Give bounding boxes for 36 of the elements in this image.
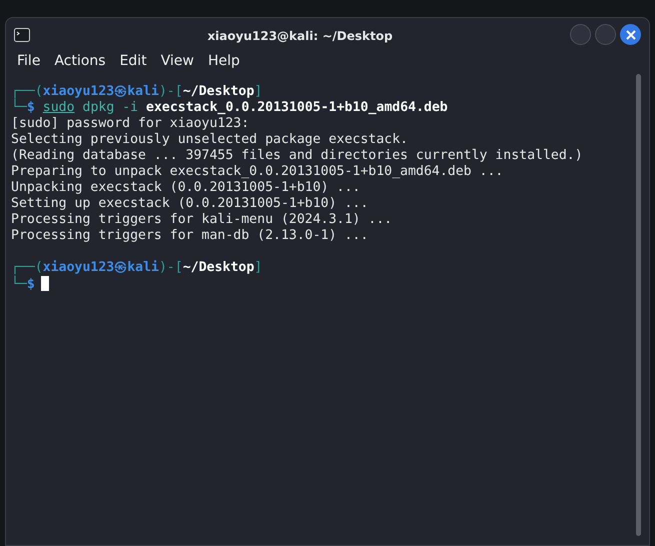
prompt-frame: └─ (11, 277, 27, 292)
menu-item[interactable]: Help (200, 51, 247, 72)
menu-item[interactable]: Edit (112, 51, 154, 72)
prompt-frame: ] (254, 260, 262, 275)
menu-item[interactable]: File (10, 51, 48, 72)
output-line: Setting up execstack (0.0.20131005-1+b10) ... (11, 196, 368, 211)
terminal-icon (14, 28, 30, 42)
window-title: xiaoyu123@kali: ~/Desktop (207, 28, 393, 42)
prompt-frame: ] (254, 84, 262, 99)
output-line: Processing triggers for kali-menu (2024.3.1) ... (11, 212, 392, 227)
menu-item[interactable]: View (154, 51, 201, 72)
prompt-frame: ┌──( (11, 84, 43, 99)
output-line: Processing triggers for man-db (2.13.0-1) ... (11, 228, 368, 243)
prompt-symbol: $ (26, 277, 35, 292)
output-line: Selecting previously unselected package execstack. (11, 132, 408, 147)
close-icon (626, 30, 636, 40)
close-button[interactable] (620, 24, 641, 45)
prompt-path: ~/Desktop (182, 260, 254, 275)
command-args: dpkg -i (82, 100, 138, 115)
scrollbar[interactable] (636, 74, 641, 536)
command-argument: execstack_0.0.20131005-1+b10_amd64.deb (146, 100, 448, 115)
output-line: [sudo] password for xiaoyu123: (11, 116, 250, 131)
prompt-user: xiaoyu123㉿kali (42, 260, 159, 275)
prompt-frame: ┌──( (11, 260, 43, 275)
menu-item[interactable]: Actions (47, 51, 113, 72)
prompt-frame: )-[ (158, 84, 183, 99)
prompt-path: ~/Desktop (182, 84, 254, 99)
output-line: Preparing to unpack execstack_0.0.20131005-1+b10_amd64.deb ... (11, 164, 504, 179)
prompt-symbol: $ (26, 100, 35, 115)
prompt-frame: └─ (11, 100, 27, 115)
output-line: (Reading database ... 397455 files and directories currently installed.) (11, 148, 583, 163)
command-text: sudo (42, 100, 75, 115)
prompt-frame: )-[ (158, 260, 183, 275)
prompt-user: xiaoyu123㉿kali (42, 84, 159, 99)
output-line: Unpacking execstack (0.0.20131005-1+b10) ... (11, 180, 360, 195)
minimize-button[interactable] (570, 24, 591, 45)
